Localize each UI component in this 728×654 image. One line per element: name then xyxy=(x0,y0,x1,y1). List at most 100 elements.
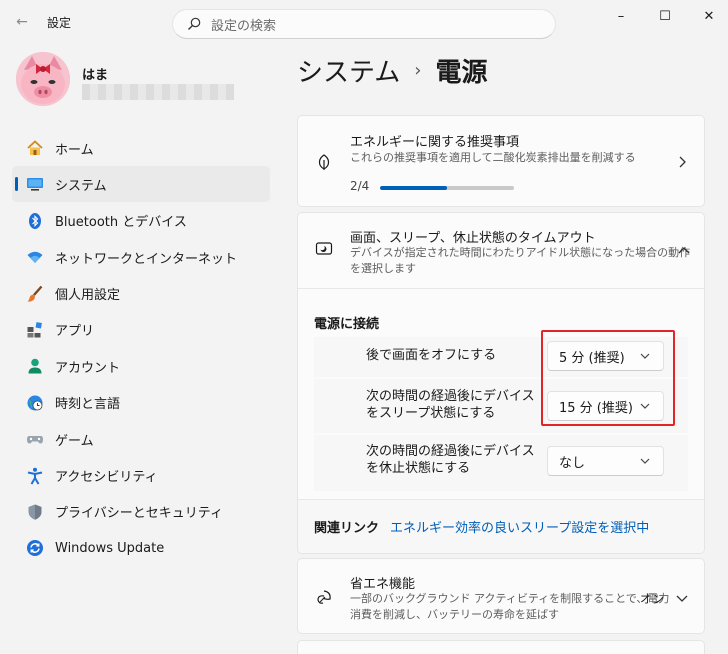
avatar[interactable] xyxy=(16,52,70,106)
sidebar-item-label: システム xyxy=(55,178,107,194)
sidebar-item-accounts[interactable]: アカウント xyxy=(12,348,270,384)
breadcrumb: システム › 電源 xyxy=(297,52,487,89)
minimize-icon: – xyxy=(617,8,625,24)
sleep-dropdown[interactable]: 15 分 (推奨) xyxy=(547,391,664,421)
chevron-down-icon xyxy=(674,590,690,606)
sidebar-item-gaming[interactable]: ゲーム xyxy=(12,421,270,457)
chevron-down-icon xyxy=(640,403,650,409)
sidebar-item-time-language[interactable]: 時刻と言語 xyxy=(12,385,270,421)
shield-icon xyxy=(26,503,44,521)
chevron-right-icon xyxy=(674,154,690,170)
screen-off-dropdown[interactable]: 5 分 (推奨) xyxy=(547,341,664,371)
search-icon xyxy=(188,17,201,30)
chevron-down-icon xyxy=(640,353,650,359)
sidebar-item-home[interactable]: ホーム xyxy=(12,130,270,166)
related-link-sleep-settings[interactable]: エネルギー効率の良いスリープ設定を選択中 xyxy=(390,517,649,536)
search-input[interactable]: 設定の検索 xyxy=(211,15,276,34)
sidebar-item-label: 個人用設定 xyxy=(55,288,121,304)
sidebar-item-label: アカウント xyxy=(55,360,121,376)
row-label-line1: 次の時間の経過後にデバイス xyxy=(366,444,535,459)
sidebar-item-label: アプリ xyxy=(55,324,95,340)
sidebar-item-label: プライバシーとセキュリティ xyxy=(55,506,223,522)
sidebar-item-label: Windows Update xyxy=(55,540,165,556)
sidebar-item-label: ホーム xyxy=(55,142,94,158)
sidebar-item-system[interactable]: システム xyxy=(12,166,270,203)
user-name: はま xyxy=(82,68,109,83)
minimize-button[interactable]: – xyxy=(598,0,644,32)
system-icon xyxy=(26,175,44,193)
update-icon xyxy=(26,539,44,557)
wifi-icon xyxy=(26,248,44,266)
progress-bar xyxy=(380,186,514,190)
maximize-button[interactable]: ☐ xyxy=(642,0,688,32)
leaf-icon xyxy=(314,152,334,172)
close-icon: ✕ xyxy=(703,8,715,24)
sidebar-item-bluetooth[interactable]: Bluetooth とデバイス xyxy=(12,203,270,239)
globe-clock-icon xyxy=(26,394,44,412)
title-bar: ← 設定 設定の検索 – ☐ ✕ xyxy=(0,0,728,44)
card-description: これらの推奨事項を適用して二酸化炭素排出量を削減する xyxy=(350,151,636,164)
gamepad-icon xyxy=(26,430,44,448)
sidebar-item-network[interactable]: ネットワークとインターネット xyxy=(12,239,270,275)
home-icon xyxy=(26,139,44,157)
row-label-line2: を休止状態にする xyxy=(366,461,471,476)
brush-icon xyxy=(26,285,44,303)
sidebar-item-label: ゲーム xyxy=(55,433,94,449)
energy-saver-card[interactable]: 省エネ機能 一部のバックグラウンド アクティビティを制限することで、電力 消費を… xyxy=(297,558,705,634)
close-button[interactable]: ✕ xyxy=(686,0,728,32)
card-title: 省エネ機能 xyxy=(350,577,416,592)
dropdown-value: 5 分 (推奨) xyxy=(559,350,625,366)
timeout-card: 画面、スリープ、休止状態のタイムアウト デバイスが指定された時間にわたりアイドル… xyxy=(297,212,705,554)
card-description-line1: 一部のバックグラウンド アクティビティを制限することで、電力 xyxy=(350,592,670,605)
sidebar-item-label: ネットワークとインターネット xyxy=(55,251,238,267)
account-icon xyxy=(26,357,44,375)
window-title: 設定 xyxy=(47,16,72,30)
row-label: 後で画面をオフにする xyxy=(366,348,497,363)
sidebar-nav: ホーム システム Bluetooth とデバイス ネットワークとインターネット … xyxy=(12,130,270,567)
hibernate-dropdown[interactable]: なし xyxy=(547,446,664,476)
apps-icon xyxy=(26,321,44,339)
maximize-icon: ☐ xyxy=(659,8,671,24)
page-title: 電源 xyxy=(435,58,488,88)
breadcrumb-parent[interactable]: システム xyxy=(297,52,400,89)
dropdown-value: 15 分 (推奨) xyxy=(559,400,633,416)
row-label-line2: をスリープ状態にする xyxy=(366,406,496,421)
chevron-up-icon xyxy=(676,243,692,259)
sidebar-item-accessibility[interactable]: アクセシビリティ xyxy=(12,458,270,494)
card-title: エネルギーに関する推奨事項 xyxy=(350,135,520,150)
user-email-redacted xyxy=(82,84,234,100)
energy-recommendations-card[interactable]: エネルギーに関する推奨事項 これらの推奨事項を適用して二酸化炭素排出量を削減する… xyxy=(297,115,705,207)
progress-fill xyxy=(380,186,447,190)
sidebar-item-windows-update[interactable]: Windows Update xyxy=(12,530,270,566)
card-description-line2: を選択します xyxy=(350,262,416,275)
back-button[interactable]: ← xyxy=(12,12,32,32)
progress-text: 2/4 xyxy=(350,179,370,193)
section-heading: 電源に接続 xyxy=(314,317,380,332)
sidebar-item-label: Bluetooth とデバイス xyxy=(55,215,187,231)
search-box[interactable]: 設定の検索 xyxy=(172,9,556,39)
bluetooth-icon xyxy=(26,212,44,230)
setting-row-hibernate: 次の時間の経過後にデバイス を休止状態にする なし xyxy=(314,435,688,491)
setting-row-screen-off: 後で画面をオフにする 5 分 (推奨) xyxy=(314,337,688,377)
divider xyxy=(298,288,704,289)
pig-avatar-icon xyxy=(16,52,70,106)
related-links-label: 関連リンク xyxy=(314,521,380,536)
card-title: 画面、スリープ、休止状態のタイムアウト xyxy=(350,231,596,246)
sidebar-item-personalization[interactable]: 個人用設定 xyxy=(12,276,270,312)
row-label-line1: 次の時間の経過後にデバイス xyxy=(366,389,535,404)
setting-row-sleep: 次の時間の経過後にデバイス をスリープ状態にする 15 分 (推奨) xyxy=(314,379,688,433)
sidebar-item-label: 時刻と言語 xyxy=(55,397,121,413)
energy-saver-state: オン xyxy=(639,592,664,606)
card-description-line1: デバイスが指定された時間にわたりアイドル状態になった場合の動作 xyxy=(350,246,691,259)
timeout-card-header[interactable]: 画面、スリープ、休止状態のタイムアウト デバイスが指定された時間にわたりアイドル… xyxy=(298,213,706,287)
dropdown-value: なし xyxy=(559,455,586,471)
card-description-line2: 消費を削減し、バッテリーの寿命を延ばす xyxy=(350,608,559,621)
next-card-partial[interactable] xyxy=(297,640,705,654)
sidebar-item-label: アクセシビリティ xyxy=(55,470,158,486)
back-arrow-icon: ← xyxy=(16,14,28,30)
sidebar-item-apps[interactable]: アプリ xyxy=(12,312,270,348)
sleep-display-icon xyxy=(314,239,334,259)
sidebar-item-privacy[interactable]: プライバシーとセキュリティ xyxy=(12,494,270,530)
breadcrumb-separator: › xyxy=(414,60,422,81)
energy-saver-icon xyxy=(314,587,334,607)
